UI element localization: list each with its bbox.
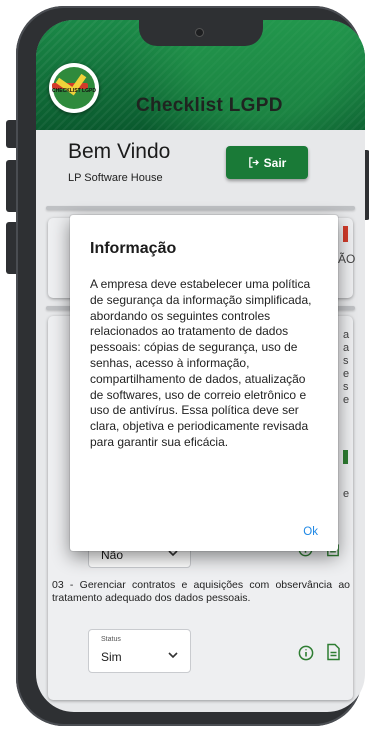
app-screen: CHECKLIST LGPD Checklist LGPD Bem Vindo …: [36, 20, 365, 712]
phone-volume-down: [6, 222, 16, 274]
status-label: Status: [101, 636, 121, 643]
logout-icon: [248, 157, 259, 168]
phone-silent-switch: [6, 120, 16, 148]
phone-frame: CHECKLIST LGPD Checklist LGPD Bem Vindo …: [16, 6, 365, 726]
phone-volume-up: [6, 160, 16, 212]
company-name: LP Software House: [68, 172, 163, 184]
ok-button[interactable]: Ok: [299, 523, 322, 541]
info-dialog: Informação A empresa deve estabelecer um…: [70, 215, 338, 551]
info-icon[interactable]: [298, 645, 314, 661]
camera-icon: [195, 28, 204, 37]
welcome-section: Bem Vindo LP Software House Sair: [36, 130, 365, 206]
logo-text: CHECKLIST LGPD: [52, 88, 96, 94]
edge-letter: s: [343, 355, 349, 367]
status-mark: [343, 450, 348, 464]
edge-letter: s: [343, 381, 349, 393]
edge-letter: e: [343, 368, 350, 380]
document-icon[interactable]: [326, 643, 341, 661]
app-title: Checklist LGPD: [136, 95, 283, 116]
phone-notch: [139, 20, 263, 46]
dialog-title: Informação: [90, 240, 177, 257]
alert-mark: [343, 226, 348, 242]
edge-letter: e: [343, 488, 350, 500]
chevron-down-icon: [168, 550, 178, 557]
welcome-title: Bem Vindo: [68, 140, 171, 163]
section-divider: [46, 206, 355, 210]
edge-letter: e: [343, 394, 350, 406]
edge-letter: a: [343, 329, 350, 341]
status-value: Sim: [101, 650, 122, 664]
card-edge-text: ÃO: [338, 252, 356, 266]
dialog-body: A empresa deve estabelecer uma política …: [90, 277, 312, 449]
checklist-item-3-text: 03 - Gerenciar contratos e aquisições co…: [52, 579, 350, 604]
logout-button[interactable]: Sair: [226, 146, 308, 179]
status-select-item3[interactable]: Status Sim: [88, 629, 191, 673]
app-logo: CHECKLIST LGPD: [49, 63, 99, 113]
logout-label: Sair: [263, 155, 287, 170]
edge-letter: a: [343, 342, 350, 354]
chevron-down-icon: [168, 652, 178, 659]
